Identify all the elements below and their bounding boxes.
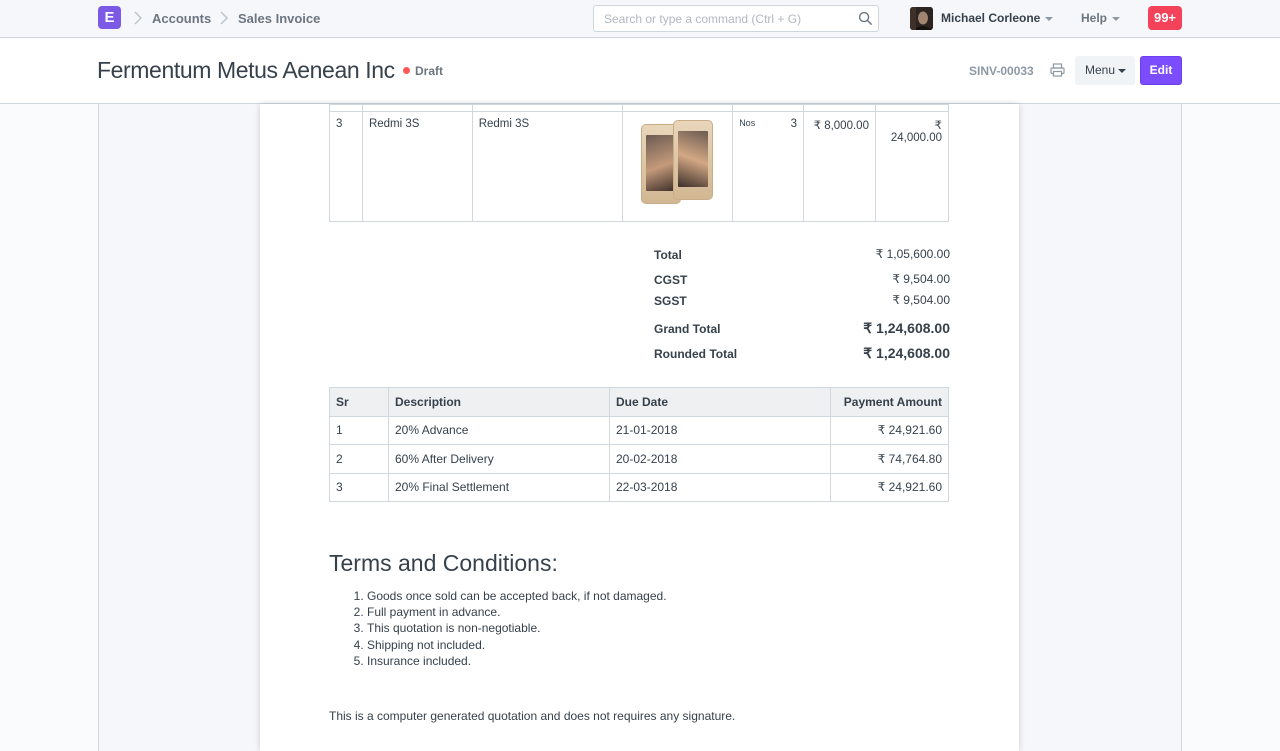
- page-head: Fermentum Metus Aenean Inc Draft SINV-00…: [0, 39, 1280, 104]
- cgst-label: CGST: [654, 273, 688, 287]
- terms-list: Goods once sold can be accepted back, if…: [367, 589, 667, 670]
- chevron-right-icon: [134, 11, 142, 25]
- footer-note: This is a computer generated quotation a…: [329, 709, 736, 723]
- item-name: Redmi 3S: [471, 111, 624, 222]
- breadcrumb-sales-invoice[interactable]: Sales Invoice: [238, 11, 320, 26]
- col-due-date: Due Date: [609, 387, 831, 417]
- table-row: 2 60% After Delivery 20-02-2018 ₹ 74,764…: [329, 444, 949, 474]
- total-value: ₹ 1,05,600.00: [875, 247, 950, 261]
- user-avatar[interactable]: [910, 7, 933, 30]
- cgst-value: ₹ 9,504.00: [892, 272, 950, 286]
- navbar: E Accounts Sales Invoice Search or type …: [0, 0, 1280, 38]
- status-indicator-dot: [403, 67, 410, 74]
- item-image-cell: [622, 111, 734, 222]
- breadcrumb-accounts[interactable]: Accounts: [152, 11, 211, 26]
- search-input[interactable]: Search or type a command (Ctrl + G): [593, 5, 879, 32]
- search-icon[interactable]: [858, 11, 873, 26]
- list-item: Insurance included.: [367, 654, 667, 670]
- caret-down-icon: [1118, 69, 1126, 73]
- item-uom: Nos: [739, 118, 756, 128]
- list-item: Full payment in advance.: [367, 605, 667, 621]
- caret-down-icon[interactable]: [1112, 17, 1120, 21]
- page-title: Fermentum Metus Aenean Inc: [97, 57, 395, 83]
- list-item: Shipping not included.: [367, 638, 667, 654]
- notifications-badge[interactable]: 99+: [1148, 6, 1182, 30]
- list-item: Goods once sold can be accepted back, if…: [367, 589, 667, 605]
- col-payment-amount: Payment Amount: [830, 387, 949, 417]
- grand-total-value: ₹ 1,24,608.00: [863, 320, 950, 336]
- total-label: Total: [654, 248, 682, 262]
- chevron-right-icon: [220, 11, 228, 25]
- item-amount: ₹ 24,000.00: [874, 111, 950, 222]
- table-row: 1 20% Advance 21-01-2018 ₹ 24,921.60: [329, 415, 949, 445]
- item-code: Redmi 3S: [361, 111, 473, 222]
- sgst-value: ₹ 9,504.00: [892, 293, 950, 307]
- status-badge: Draft: [415, 64, 444, 78]
- help-menu[interactable]: Help: [1081, 11, 1107, 25]
- col-sr: Sr: [329, 387, 389, 417]
- menu-button[interactable]: Menu: [1075, 56, 1135, 85]
- sgst-label: SGST: [654, 294, 687, 308]
- table-header-row: Sr Description Due Date Payment Amount: [329, 387, 949, 417]
- rounded-total-value: ₹ 1,24,608.00: [863, 345, 950, 361]
- document-name: SINV-00033: [969, 64, 1034, 78]
- payment-schedule-table: Sr Description Due Date Payment Amount 1…: [329, 387, 949, 502]
- table-row: 3 20% Final Settlement 22-03-2018 ₹ 24,9…: [329, 472, 949, 502]
- table-row: [329, 104, 950, 112]
- item-qty: 3: [790, 118, 798, 130]
- avatar-image: [910, 7, 933, 30]
- item-rate: ₹ 8,000.00: [803, 111, 876, 222]
- user-menu[interactable]: Michael Corleone: [941, 11, 1040, 25]
- col-description: Description: [388, 387, 610, 417]
- product-image: [639, 118, 717, 206]
- caret-down-icon[interactable]: [1045, 17, 1053, 21]
- item-sr: 3: [329, 111, 363, 222]
- terms-heading: Terms and Conditions:: [329, 550, 558, 576]
- list-item: This quotation is non-negotiable.: [367, 621, 667, 637]
- items-table: 3 Redmi 3S Redmi 3S Nos 3 ₹ 8,000.00 ₹ 2…: [329, 104, 950, 222]
- table-row: 3 Redmi 3S Redmi 3S Nos 3 ₹ 8,000.00 ₹ 2…: [329, 111, 950, 222]
- grand-total-label: Grand Total: [654, 322, 721, 336]
- item-uom-qty: Nos 3: [732, 111, 805, 222]
- edit-button[interactable]: Edit: [1140, 56, 1182, 85]
- search-placeholder: Search or type a command (Ctrl + G): [604, 12, 802, 26]
- app-logo[interactable]: E: [98, 6, 121, 29]
- rounded-total-label: Rounded Total: [654, 347, 738, 361]
- menu-button-label: Menu: [1085, 63, 1116, 77]
- print-icon[interactable]: [1050, 63, 1065, 77]
